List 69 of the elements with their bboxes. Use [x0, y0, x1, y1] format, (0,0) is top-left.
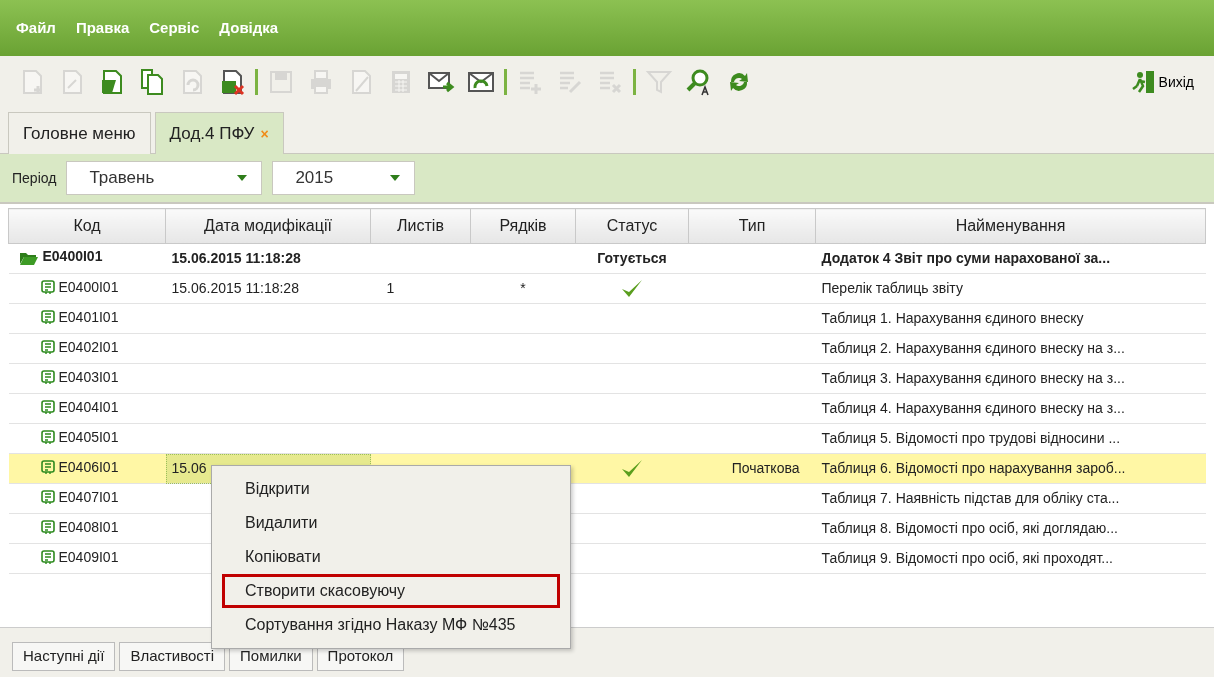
- table-cell-text: E0402I01: [58, 337, 119, 357]
- table-icon: [40, 549, 55, 565]
- table-cell-text: E0406I01: [58, 457, 119, 477]
- table-cell: Перелік таблиць звіту: [821, 280, 963, 296]
- table-icon: [40, 459, 55, 475]
- table-cell: Додаток 4 Звіт про суми нарахованої за...: [821, 250, 1111, 266]
- table-cell-text: E0400I01: [42, 247, 103, 267]
- table-cell-text: E0403I01: [58, 367, 119, 387]
- table-cell: Таблиця 1. Нарахування єдиного внеску: [821, 310, 1084, 326]
- table-cell-text: E0408I01: [58, 517, 119, 537]
- table-icon: [40, 279, 55, 295]
- table-row[interactable]: E0400I01 15.06.2015 11:18:28 1 * Перелік таблиць звіту: [8, 273, 1206, 304]
- column-header[interactable]: Статус: [575, 208, 689, 244]
- table-row[interactable]: E0401I01 Таблиця 1. Нарахування єдиного внеску: [8, 303, 1206, 334]
- table-cell: 15.06: [171, 460, 207, 476]
- tab[interactable]: Наступні дії: [12, 642, 116, 671]
- table-cell: 1: [386, 280, 395, 296]
- column-header[interactable]: Код: [8, 208, 166, 244]
- caret-icon: [237, 175, 248, 181]
- table-row[interactable]: E0404I01 Таблиця 4. Нарахування єдиного внеску на з...: [8, 393, 1206, 424]
- table-cell: 15.06.2015 11:18:28: [171, 280, 299, 296]
- tab[interactable]: Головне меню: [8, 111, 151, 154]
- menu-item[interactable]: Створити скасовуючу: [222, 574, 560, 608]
- table-icon: [40, 309, 55, 325]
- dropdown[interactable]: 2015: [272, 161, 416, 195]
- table-cell: Таблиця 9. Відомості про осіб, які проходят...: [821, 550, 1113, 566]
- column-header[interactable]: Дата модифікації: [165, 208, 371, 244]
- menu-item[interactable]: Сортування згідно Наказу МФ №435: [222, 608, 560, 642]
- table-cell: Готується: [597, 250, 667, 266]
- table-icon: [40, 399, 55, 415]
- tab[interactable]: Дод.4 ПФУ ×: [154, 111, 284, 154]
- table-cell-text: E0407I01: [58, 487, 119, 507]
- table-icon: [40, 369, 55, 385]
- tab[interactable]: Властивості: [119, 642, 226, 671]
- copy-icon: [138, 68, 166, 96]
- table-cell: Таблиця 4. Нарахування єдиного внеску на з...: [821, 400, 1125, 416]
- table-cell: Таблиця 3. Нарахування єдиного внеску на з...: [821, 370, 1125, 386]
- table-row[interactable]: E0403I01 Таблиця 3. Нарахування єдиного внеску на з...: [8, 363, 1206, 394]
- table-cell-text: E0401I01: [58, 307, 119, 327]
- table-cell-text: E0409I01: [58, 547, 119, 567]
- column-header[interactable]: Тип: [688, 208, 816, 244]
- table-cell: Початкова: [731, 460, 800, 476]
- table-row[interactable]: E0400I01 15.06.2015 11:18:28 Готується Додаток 4 Звіт про суми нарахованої за...: [8, 243, 1206, 274]
- table-cell: Таблиця 2. Нарахування єдиного внеску на з...: [821, 340, 1125, 356]
- column-header[interactable]: Найменування: [815, 208, 1206, 244]
- filter-icon: [645, 68, 673, 96]
- table-cell-text: E0400I01: [58, 277, 119, 297]
- table-cell: Таблиця 7. Наявність підстав для обліку ста...: [821, 490, 1120, 506]
- column-header[interactable]: Рядків: [470, 208, 576, 244]
- table-cell: Таблиця 8. Відомості про осіб, які доглядаю...: [821, 520, 1118, 536]
- save-icon: [267, 68, 295, 96]
- table-icon: [40, 339, 55, 355]
- column-header[interactable]: Листів: [370, 208, 471, 244]
- running-man-icon: [1130, 69, 1157, 95]
- table-icon: [40, 489, 55, 505]
- table-cell: *: [520, 280, 526, 296]
- period-label: Період: [12, 168, 57, 188]
- dropdown[interactable]: Травень: [66, 161, 263, 195]
- exit-button[interactable]: Вихід: [1130, 69, 1194, 95]
- table-cell: Таблиця 5. Відомості про трудові відносини ...: [821, 430, 1121, 446]
- table-cell: 15.06.2015 11:18:28: [171, 250, 301, 266]
- table-cell-text: E0405I01: [58, 427, 119, 447]
- table-row[interactable]: E0405I01 Таблиця 5. Відомості про трудові відносини ...: [8, 423, 1206, 454]
- table-cell: Таблиця 6. Відомості про нарахування зароб...: [821, 460, 1126, 476]
- table-cell-text: E0404I01: [58, 397, 119, 417]
- table-icon: [40, 519, 55, 535]
- caret-icon: [390, 175, 401, 181]
- table-row[interactable]: E0402I01 Таблиця 2. Нарахування єдиного внеску на з...: [8, 333, 1206, 364]
- table-icon: [40, 429, 55, 445]
